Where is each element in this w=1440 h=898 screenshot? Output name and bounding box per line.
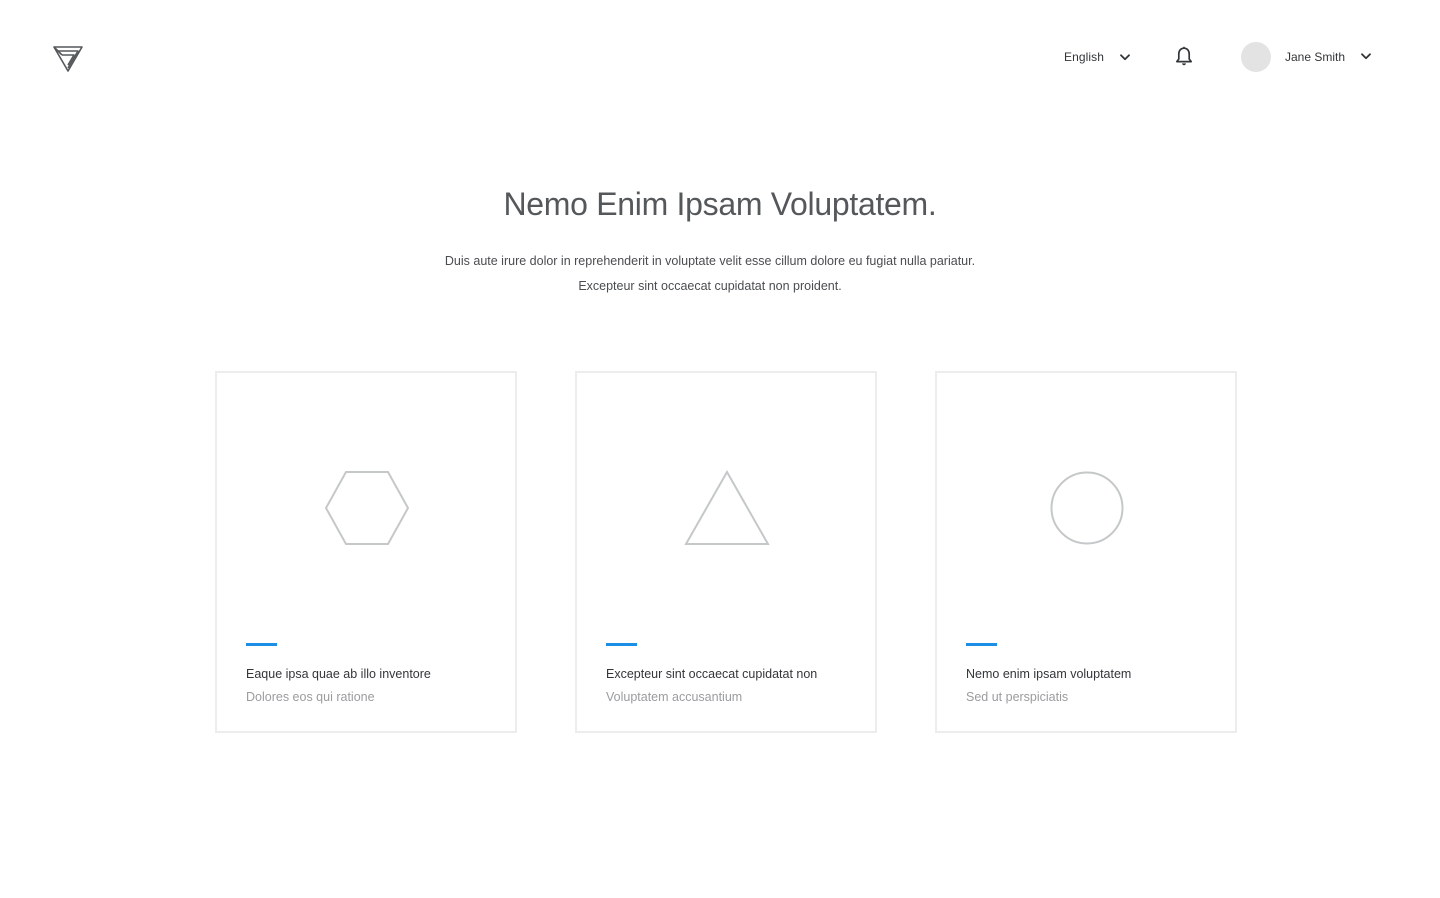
card-accent-bar	[606, 643, 637, 646]
card-accent-bar	[966, 643, 997, 646]
hexagon-icon	[324, 471, 410, 545]
card-title: Excepteur sint occaecat cupidatat non	[606, 667, 818, 681]
language-selector[interactable]: English	[1064, 46, 1130, 68]
card-accent-bar	[246, 643, 277, 646]
page-title: Nemo Enim Ipsam Voluptatem.	[503, 186, 937, 222]
bell-icon[interactable]	[1174, 46, 1194, 67]
avatar[interactable]	[1241, 41, 1271, 72]
page-subtitle: Duis aute irure dolor in reprehenderit i…	[0, 249, 1420, 299]
subtitle-line: Duis aute irure dolor in reprehenderit i…	[444, 254, 976, 268]
user-name: Jane Smith	[1285, 49, 1346, 64]
chevron-down-icon	[1361, 53, 1371, 60]
card-subtitle: Voluptatem accusantium	[606, 690, 743, 704]
logo-icon[interactable]	[52, 43, 84, 73]
circle-icon	[1050, 471, 1124, 545]
card-subtitle: Sed ut perspiciatis	[966, 690, 1069, 704]
feature-card[interactable]: Eaque ipsa quae ab illo inventore Dolore…	[215, 371, 517, 733]
subtitle-line: Excepteur sint occaecat cupidatat non pr…	[578, 279, 842, 293]
language-label: English	[1064, 50, 1105, 64]
triangle-icon	[684, 470, 770, 545]
card-title: Nemo enim ipsam voluptatem	[966, 667, 1132, 681]
user-menu[interactable]: Jane Smith	[1241, 41, 1371, 72]
card-title: Eaque ipsa quae ab illo inventore	[246, 667, 431, 681]
chevron-down-icon	[1120, 53, 1130, 60]
card-subtitle: Dolores eos qui ratione	[246, 690, 375, 704]
feature-card[interactable]: Excepteur sint occaecat cupidatat non Vo…	[575, 371, 877, 733]
feature-card[interactable]: Nemo enim ipsam voluptatem Sed ut perspi…	[935, 371, 1237, 733]
top-header: English Jane Smith	[0, 0, 1440, 114]
